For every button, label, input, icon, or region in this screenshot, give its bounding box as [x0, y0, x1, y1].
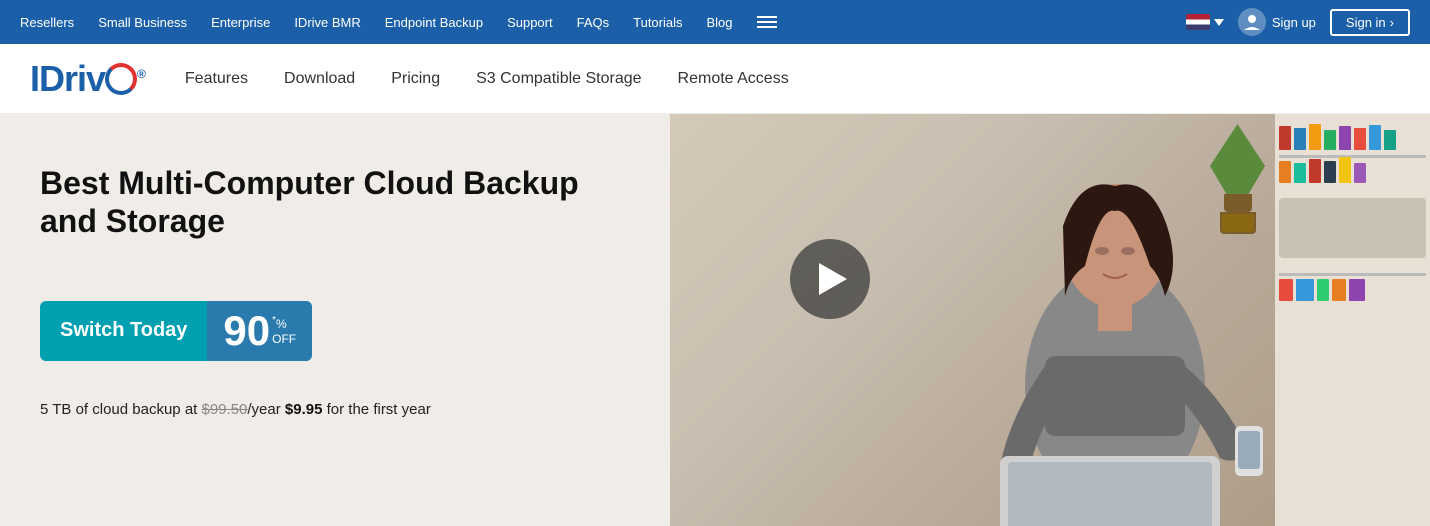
- play-icon: [819, 263, 847, 295]
- user-area: Sign up: [1238, 8, 1316, 36]
- woman-illustration: [920, 126, 1310, 526]
- discount-details: *% OFF: [272, 315, 296, 346]
- pricing-after: for the first year: [322, 401, 430, 418]
- nav-support[interactable]: Support: [507, 15, 553, 30]
- hero-background: [670, 114, 1430, 526]
- signin-button[interactable]: Sign in ›: [1330, 9, 1410, 36]
- logo[interactable]: IDriv®: [30, 58, 145, 100]
- chevron-down-icon: [1214, 19, 1224, 26]
- language-selector[interactable]: [1186, 14, 1224, 30]
- nav-remote-access[interactable]: Remote Access: [678, 70, 789, 87]
- nav-tutorials[interactable]: Tutorials: [633, 15, 682, 30]
- hero-section: Best Multi-Computer Cloud Backup and Sto…: [0, 114, 1430, 526]
- nav-idrive-bmr[interactable]: IDrive BMR: [294, 15, 360, 30]
- nav-endpoint-backup[interactable]: Endpoint Backup: [385, 15, 483, 30]
- nav-pricing[interactable]: Pricing: [391, 70, 440, 87]
- discount-star: *%: [272, 315, 296, 331]
- nav-s3-storage[interactable]: S3 Compatible Storage: [476, 70, 641, 87]
- discount-number: 90: [223, 310, 270, 352]
- video-play-button[interactable]: [790, 239, 870, 319]
- us-flag-icon: [1186, 14, 1210, 30]
- switch-today-label: Switch Today: [40, 319, 207, 342]
- pricing-original: $99.50: [202, 401, 248, 418]
- main-navigation: IDriv® Features Download Pricing S3 Comp…: [0, 44, 1430, 114]
- logo-text: IDriv®: [30, 58, 145, 100]
- discount-badge: 90 *% OFF: [207, 301, 312, 361]
- hero-title: Best Multi-Computer Cloud Backup and Sto…: [40, 164, 640, 241]
- nav-features[interactable]: Features: [185, 70, 248, 87]
- signup-link[interactable]: Sign up: [1272, 15, 1316, 30]
- nav-blog[interactable]: Blog: [707, 15, 733, 30]
- pricing-new: $9.95: [285, 401, 323, 418]
- switch-today-button[interactable]: Switch Today 90 *% OFF: [40, 301, 312, 361]
- hero-pricing: 5 TB of cloud backup at $99.50/year $9.9…: [40, 401, 640, 418]
- user-avatar-icon: [1238, 8, 1266, 36]
- hero-image: [670, 114, 1430, 526]
- nav-faqs[interactable]: FAQs: [577, 15, 610, 30]
- nav-enterprise[interactable]: Enterprise: [211, 15, 270, 30]
- top-navigation: Resellers Small Business Enterprise IDri…: [0, 0, 1430, 44]
- nav-resellers[interactable]: Resellers: [20, 15, 74, 30]
- nav-download[interactable]: Download: [284, 70, 355, 87]
- main-nav-links: Features Download Pricing S3 Compatible …: [185, 70, 789, 88]
- hero-content: Best Multi-Computer Cloud Backup and Sto…: [0, 114, 680, 448]
- pricing-per: /year: [247, 401, 285, 418]
- discount-off: OFF: [272, 332, 296, 346]
- pricing-text-before: 5 TB of cloud backup at: [40, 401, 202, 418]
- top-nav-links: Resellers Small Business Enterprise IDri…: [20, 15, 777, 30]
- hamburger-menu-icon[interactable]: [757, 16, 777, 28]
- nav-small-business[interactable]: Small Business: [98, 15, 187, 30]
- top-nav-right: Sign up Sign in ›: [1186, 8, 1410, 36]
